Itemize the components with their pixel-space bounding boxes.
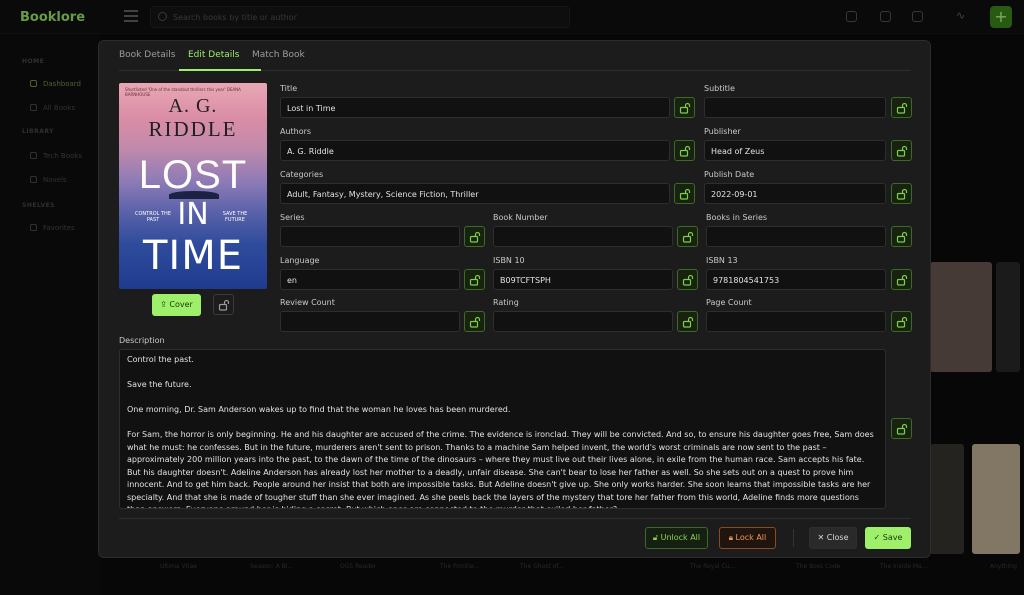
unlock-icon [896, 188, 908, 200]
authors-lock-button[interactable] [674, 140, 695, 161]
language-field[interactable]: en [280, 269, 460, 290]
tab-bar: Book Details Edit Details Match Book [119, 41, 911, 71]
isbn13-lock-button[interactable] [891, 269, 912, 290]
publisher-label: Publisher [704, 127, 741, 136]
isbn10-lock-button[interactable] [677, 269, 698, 290]
book-cover-image: Shortlisted 'One of the standout thrille… [119, 83, 267, 289]
isbn10-field[interactable]: B09TCFTSPH [493, 269, 673, 290]
save-button[interactable]: ✓ Save [865, 527, 911, 549]
footer-divider [119, 518, 911, 519]
tab-book-details[interactable]: Book Details [119, 50, 175, 60]
close-icon: ✕ [817, 533, 825, 542]
subtitle-field[interactable] [704, 97, 886, 118]
active-tab-indicator [179, 69, 261, 71]
isbn10-label: ISBN 10 [493, 256, 525, 265]
unlock-icon [896, 316, 908, 328]
lock-icon: 🔒︎ [728, 533, 733, 542]
upload-cover-button[interactable]: ⇪ Cover [152, 294, 201, 316]
categories-field[interactable]: Adult, Fantasy, Mystery, Science Fiction… [280, 183, 670, 204]
tab-edit-details[interactable]: Edit Details [188, 50, 240, 60]
books-in-series-field[interactable] [706, 226, 886, 247]
title-field[interactable]: Lost in Time [280, 97, 670, 118]
language-lock-button[interactable] [464, 269, 485, 290]
unlock-icon [896, 145, 908, 157]
subtitle-lock-button[interactable] [891, 97, 912, 118]
title-lock-button[interactable] [674, 97, 695, 118]
books-in-series-label: Books in Series [706, 213, 768, 222]
cover-lock-button[interactable] [213, 294, 234, 315]
description-paragraph: Control the past. [127, 355, 194, 364]
unlock-icon [896, 231, 908, 243]
series-label: Series [280, 213, 305, 222]
rating-lock-button[interactable] [677, 311, 698, 332]
page-count-lock-button[interactable] [891, 311, 912, 332]
title-label: Title [280, 84, 298, 93]
book-number-lock-button[interactable] [677, 226, 698, 247]
cover-author-surname: RIDDLE [148, 117, 238, 141]
description-textarea[interactable]: Control the past. Save the future. One m… [119, 349, 886, 509]
unlock-icon [679, 188, 691, 200]
upload-cover-label: Cover [169, 300, 193, 309]
save-label: Save [882, 533, 903, 542]
review-count-lock-button[interactable] [464, 311, 485, 332]
unlock-icon [682, 231, 694, 243]
button-separator [793, 529, 794, 547]
tab-match-book[interactable]: Match Book [252, 50, 305, 60]
unlock-icon [679, 102, 691, 114]
rating-field[interactable] [493, 311, 673, 332]
authors-field[interactable]: A. G. Riddle [280, 140, 670, 161]
description-lock-button[interactable] [891, 418, 912, 439]
unlock-all-button[interactable]: 🔓︎ Unlock All [645, 527, 708, 549]
close-label: Close [826, 533, 849, 542]
cover-author: A. G. [168, 95, 218, 117]
description-label: Description [119, 336, 165, 345]
series-field[interactable] [280, 226, 460, 247]
review-count-field[interactable] [280, 311, 460, 332]
categories-label: Categories [280, 170, 324, 179]
description-paragraph: Save the future. [127, 380, 192, 389]
unlock-icon [218, 299, 230, 311]
review-count-label: Review Count [280, 298, 335, 307]
publish-date-lock-button[interactable] [891, 183, 912, 204]
unlock-icon [469, 316, 481, 328]
description-paragraph: For Sam, the horror is only beginning. H… [127, 430, 874, 508]
book-number-field[interactable] [493, 226, 673, 247]
book-number-label: Book Number [493, 213, 548, 222]
unlock-icon [896, 102, 908, 114]
check-icon: ✓ [873, 533, 881, 542]
books-in-series-lock-button[interactable] [891, 226, 912, 247]
subtitle-label: Subtitle [704, 84, 735, 93]
unlock-icon [682, 274, 694, 286]
unlock-icon [896, 274, 908, 286]
language-label: Language [280, 256, 320, 265]
page-count-field[interactable] [706, 311, 886, 332]
publisher-lock-button[interactable] [891, 140, 912, 161]
publisher-field[interactable]: Head of Zeus [704, 140, 886, 161]
cover-title-time: TIME [142, 233, 243, 279]
unlock-all-label: Unlock All [660, 533, 701, 542]
unlock-icon [682, 316, 694, 328]
isbn13-label: ISBN 13 [706, 256, 738, 265]
unlock-icon [679, 145, 691, 157]
lock-all-button[interactable]: 🔒︎ Lock All [719, 527, 776, 549]
unlock-icon [469, 274, 481, 286]
publish-date-field[interactable]: 2022-09-01 [704, 183, 886, 204]
page-count-label: Page Count [706, 298, 752, 307]
publish-date-label: Publish Date [704, 170, 755, 179]
isbn13-field[interactable]: 9781804541753 [706, 269, 886, 290]
close-button[interactable]: ✕ Close [809, 527, 857, 549]
authors-label: Authors [280, 127, 312, 136]
rating-label: Rating [493, 298, 519, 307]
series-lock-button[interactable] [464, 226, 485, 247]
cover-tagline-right: SAVE THE FUTURE [222, 211, 248, 223]
upload-icon: ⇪ [160, 300, 167, 309]
edit-book-dialog: Book Details Edit Details Match Book Sho… [98, 40, 931, 558]
unlock-icon: 🔓︎ [652, 533, 659, 542]
description-paragraph: One morning, Dr. Sam Anderson wakes up t… [127, 405, 511, 414]
unlock-icon [469, 231, 481, 243]
lock-all-label: Lock All [735, 533, 767, 542]
unlock-icon [896, 423, 908, 435]
categories-lock-button[interactable] [674, 183, 695, 204]
